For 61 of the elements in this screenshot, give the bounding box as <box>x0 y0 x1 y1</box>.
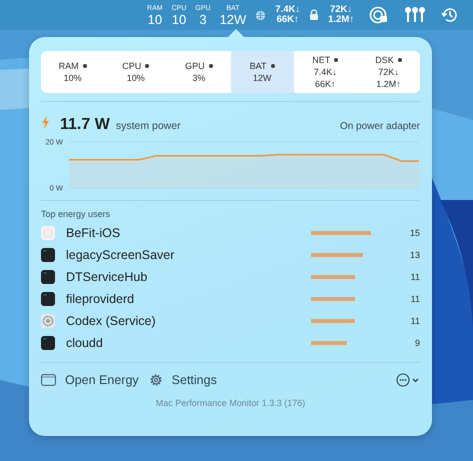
stat-tab[interactable]: CPU 10% <box>104 51 168 93</box>
menu-metric-value: 10 <box>172 12 186 26</box>
disk-write-rate: 1.2M↑ <box>328 15 354 25</box>
process-name: BeFit-iOS <box>66 226 122 240</box>
version-label: Mac Performance Monitor 1.3.3 (176) <box>156 398 306 408</box>
process-name: cloudd <box>66 336 104 350</box>
network-down-rate: 7.4K↓ <box>275 5 300 15</box>
energy-value: 9 <box>414 338 420 348</box>
keys-icon[interactable] <box>404 6 426 24</box>
menu-metric-value: 12W <box>220 12 246 26</box>
energy-value: 11 <box>410 316 420 326</box>
dot-icon <box>334 58 338 62</box>
section-title: Top energy users <box>41 209 112 219</box>
stat-tab[interactable]: GPU 3% <box>167 51 231 93</box>
dot-icon <box>398 58 402 62</box>
process-name: legacyScreenSaver <box>66 248 176 262</box>
dot-icon <box>145 64 150 68</box>
gear-icon <box>41 314 55 328</box>
globe-icon[interactable] <box>255 10 266 20</box>
energy-value: 13 <box>408 250 420 260</box>
terminal-icon <box>41 336 55 350</box>
network-up-rate: 66K↑ <box>276 15 299 25</box>
energy-bar <box>311 319 355 323</box>
energy-bar <box>311 253 363 257</box>
terminal-icon <box>41 248 55 262</box>
stat-tab[interactable]: RAM 10% <box>41 51 104 93</box>
wifi-lock-icon[interactable] <box>369 6 389 24</box>
more-menu-button[interactable] <box>396 373 420 387</box>
settings-button[interactable]: Settings <box>148 371 217 389</box>
history-icon[interactable] <box>441 6 459 24</box>
process-name: DTServiceHub <box>66 270 148 284</box>
power-value: 11.7 W <box>60 116 110 134</box>
stat-tab[interactable]: BAT 12W <box>230 51 294 93</box>
process-name: Codex (Service) <box>66 314 157 328</box>
terminal-icon <box>41 270 55 284</box>
lock-icon[interactable] <box>309 9 320 21</box>
open-energy-button[interactable]: Open Energy <box>41 371 139 389</box>
power-source: On power adapter <box>340 121 420 132</box>
energy-bar <box>311 297 355 301</box>
dot-icon <box>270 64 275 68</box>
menu-metric-value: 3 <box>199 12 207 26</box>
menu-metric-value: 10 <box>148 12 162 26</box>
terminal-icon <box>41 292 55 306</box>
energy-bar <box>311 231 371 235</box>
process-name: fileproviderd <box>66 292 136 306</box>
dot-icon <box>208 64 213 68</box>
disk-read-rate: 72K↓ <box>330 5 352 15</box>
energy-value: 11 <box>410 294 420 304</box>
energy-bar <box>311 275 355 279</box>
app-icon <box>41 226 55 240</box>
energy-value: 15 <box>408 228 420 238</box>
stat-tab[interactable]: NET 7.4K↓ 66K↑ <box>294 51 357 93</box>
energy-bar <box>311 341 347 345</box>
dot-icon <box>82 64 87 68</box>
bolt-icon <box>41 116 50 129</box>
window-icon <box>41 374 56 386</box>
stat-tab[interactable]: DSK 72K↓ 1.2M↑ <box>356 51 420 93</box>
power-label: system power <box>116 120 181 132</box>
more-icon <box>396 373 420 387</box>
settings-icon <box>148 373 163 387</box>
energy-value: 11 <box>410 272 420 282</box>
